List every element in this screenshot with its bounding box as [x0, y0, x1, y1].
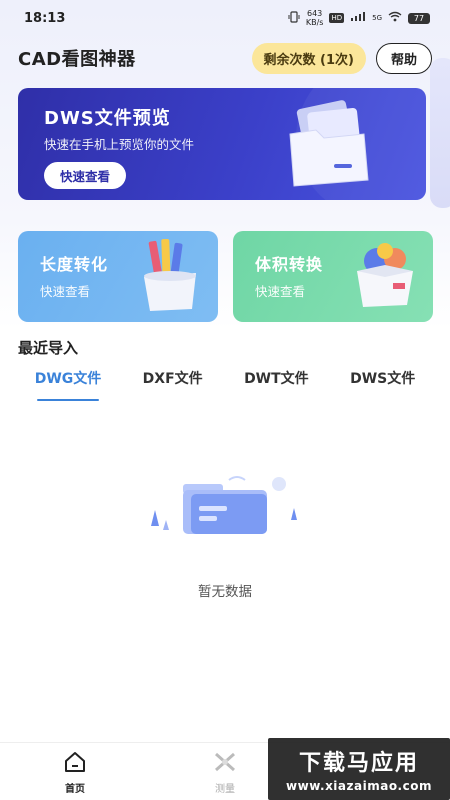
- tab-dwg[interactable]: DWG文件: [27, 366, 110, 401]
- measure-icon: [213, 751, 237, 777]
- length-conversion-card[interactable]: 长度转化 快速查看: [18, 231, 218, 322]
- banner-quick-view-button[interactable]: 快速查看: [44, 162, 127, 189]
- help-button[interactable]: 帮助: [375, 42, 432, 74]
- file-folder-illustration-icon: [289, 100, 369, 187]
- banner-title: DWS文件预览: [44, 108, 171, 129]
- battery-indicator: 77: [408, 12, 430, 24]
- background-decoration: [430, 58, 450, 208]
- recent-imports-title: 最近导入: [18, 339, 79, 357]
- status-bar: 18:13 643 KB/s HD 5G 77: [0, 0, 450, 36]
- banner-subtitle: 快速在手机上预览你的文件: [44, 137, 195, 152]
- tab-dwt[interactable]: DWT文件: [236, 366, 317, 396]
- net-speed-unit: KB/s: [305, 18, 324, 27]
- file-type-tabs: DWG文件 DXF文件 DWT文件 DWS文件: [0, 366, 450, 401]
- watermark-url: www.xiazaimao.com: [286, 779, 432, 793]
- site-watermark: 下载马应用 www.xiazaimao.com: [268, 738, 450, 800]
- ruler-cup-icon: [144, 238, 196, 311]
- volume-box-icon: [357, 243, 413, 307]
- status-time: 18:13: [24, 10, 66, 26]
- watermark-title: 下载马应用: [298, 751, 419, 776]
- empty-state-text: 暂无数据: [198, 584, 252, 600]
- tab-dws[interactable]: DWS文件: [342, 366, 423, 396]
- length-card-title: 长度转化: [40, 255, 109, 274]
- volume-card-title: 体积转换: [255, 255, 324, 274]
- tab-dxf[interactable]: DXF文件: [135, 366, 211, 396]
- remaining-count-badge[interactable]: 剩余次数 (1次): [251, 42, 366, 74]
- length-card-subtitle: 快速查看: [40, 284, 91, 299]
- vibrate-icon: [288, 10, 300, 26]
- volume-card-subtitle: 快速查看: [255, 284, 306, 299]
- app-header: CAD看图神器 剩余次数 (1次) 帮助: [0, 40, 450, 76]
- nav-label-home: 首页: [65, 784, 85, 795]
- net-speed: 643 KB/s: [306, 9, 324, 27]
- net-speed-value: 643: [307, 9, 323, 18]
- home-icon: [63, 751, 87, 777]
- wifi-icon: [388, 11, 402, 25]
- signal-label: 5G: [372, 14, 382, 22]
- app-title: CAD看图神器: [18, 49, 136, 70]
- nav-label-measure: 测量: [215, 784, 235, 795]
- dws-preview-banner[interactable]: DWS文件预览 快速在手机上预览你的文件 快速查看: [18, 88, 426, 200]
- volume-conversion-card[interactable]: 体积转换 快速查看: [233, 231, 433, 322]
- signal-icon: [350, 11, 366, 25]
- empty-folder-icon: [151, 476, 297, 534]
- nav-item-home[interactable]: 首页: [0, 743, 150, 800]
- hd-badge: HD: [329, 13, 345, 23]
- status-icons: 643 KB/s HD 5G 77: [288, 9, 430, 27]
